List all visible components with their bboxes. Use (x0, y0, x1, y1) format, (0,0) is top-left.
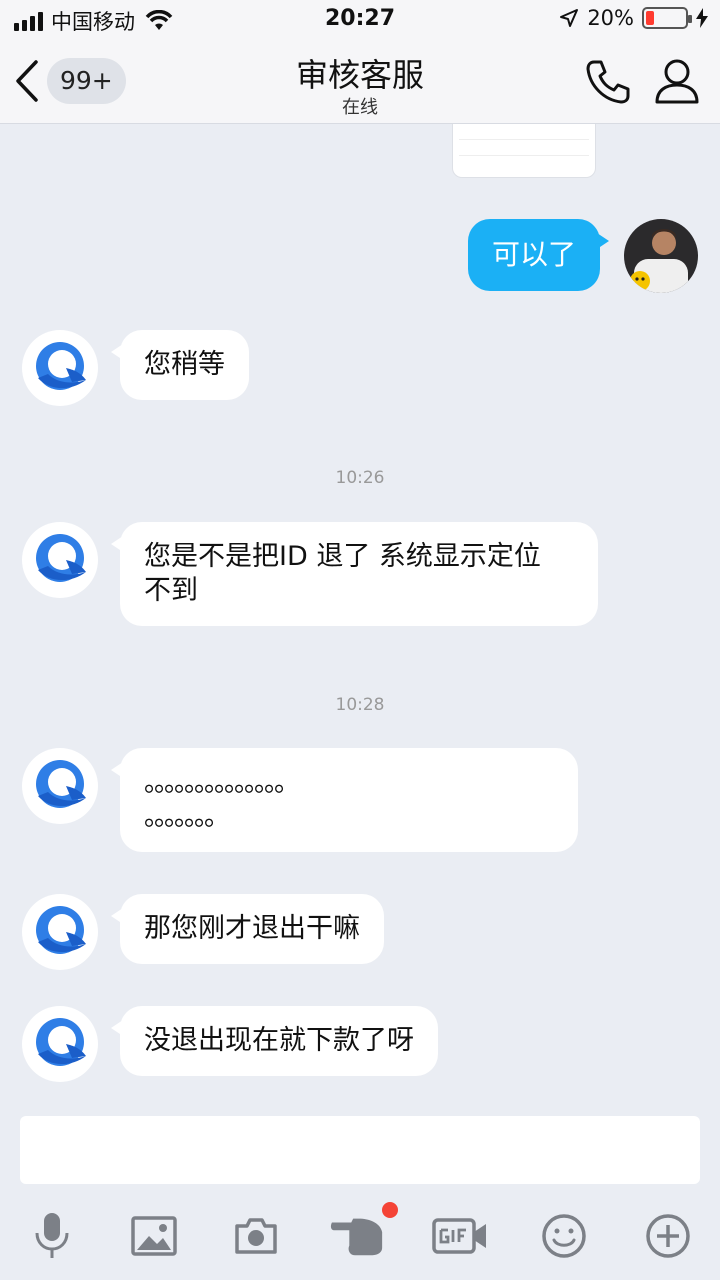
qq-brand-logo-icon (36, 906, 86, 954)
gif-icon (432, 1218, 486, 1254)
thumbnail-row (459, 160, 589, 174)
message-text: 没退出现在就下款了呀 (144, 1025, 414, 1056)
camera-icon (235, 1218, 277, 1254)
microphone-icon (35, 1213, 69, 1258)
battery-icon (642, 7, 692, 29)
qq-brand-logo-icon (36, 342, 86, 390)
thumbnail-row (459, 142, 589, 156)
message-timestamp: 10:26 (335, 468, 385, 488)
agent-avatar[interactable] (22, 748, 98, 824)
chat-toolbar (0, 1200, 720, 1280)
charging-bolt-icon (696, 8, 708, 28)
status-bar: 中国移动 20:27 20% (0, 0, 720, 40)
contact-profile-icon[interactable] (652, 56, 702, 108)
voice-button[interactable] (24, 1208, 80, 1264)
more-button[interactable] (640, 1208, 696, 1264)
outgoing-message-bubble[interactable]: 可以了 (467, 219, 610, 291)
photo-button[interactable] (126, 1208, 182, 1264)
user-photo-avatar (624, 219, 698, 293)
message-text-line: 。。。。。。。 (144, 802, 230, 832)
message-input[interactable] (20, 1116, 700, 1184)
plus-icon (646, 1214, 690, 1258)
message-text: 可以了 (491, 238, 576, 271)
message-text: 您稍等 (144, 349, 225, 380)
message-text-line: 您是不是把ID 退了 系统显示定位 (144, 541, 541, 572)
agent-avatar[interactable] (22, 330, 98, 406)
thumbnail-row (459, 126, 589, 140)
qq-brand-logo-icon (36, 534, 86, 582)
message-text-line: 。。。。。。。。。。。。。。 (144, 768, 300, 798)
phone-call-icon[interactable] (582, 56, 634, 108)
incoming-message-bubble[interactable]: 您稍等 (111, 330, 249, 400)
new-feature-dot (382, 1202, 398, 1218)
qq-brand-logo-icon (36, 760, 86, 808)
message-text: 那您刚才退出干嘛 (144, 913, 360, 944)
emoji-icon (542, 1214, 586, 1258)
battery-percent: 20% (587, 6, 634, 30)
incoming-message-bubble[interactable]: 那您刚才退出干嘛 (111, 894, 384, 964)
qq-brand-logo-icon (36, 1018, 86, 1066)
incoming-message-bubble[interactable]: 您是不是把ID 退了 系统显示定位 不到 (111, 522, 598, 626)
shared-screenshot-thumbnail[interactable] (452, 124, 596, 178)
message-timestamp: 10:28 (335, 695, 385, 715)
message-text-line: 不到 (144, 575, 198, 606)
agent-avatar[interactable] (22, 1006, 98, 1082)
poke-hand-icon (330, 1218, 383, 1256)
image-icon (131, 1216, 177, 1256)
camera-button[interactable] (228, 1208, 284, 1264)
agent-avatar[interactable] (22, 894, 98, 970)
incoming-message-bubble[interactable]: 没退出现在就下款了呀 (111, 1006, 438, 1076)
poke-button[interactable] (330, 1202, 398, 1264)
my-avatar[interactable] (624, 219, 698, 293)
incoming-message-bubble[interactable]: 。。。。。。。。。。。。。。 。。。。。。。 (111, 748, 578, 852)
battery-level-fill (646, 11, 654, 25)
gif-button[interactable] (432, 1208, 488, 1264)
emoji-button[interactable] (536, 1208, 592, 1264)
chat-header: 99+ 审核客服 在线 (0, 40, 720, 124)
agent-avatar[interactable] (22, 522, 98, 598)
location-arrow-icon (560, 9, 579, 27)
